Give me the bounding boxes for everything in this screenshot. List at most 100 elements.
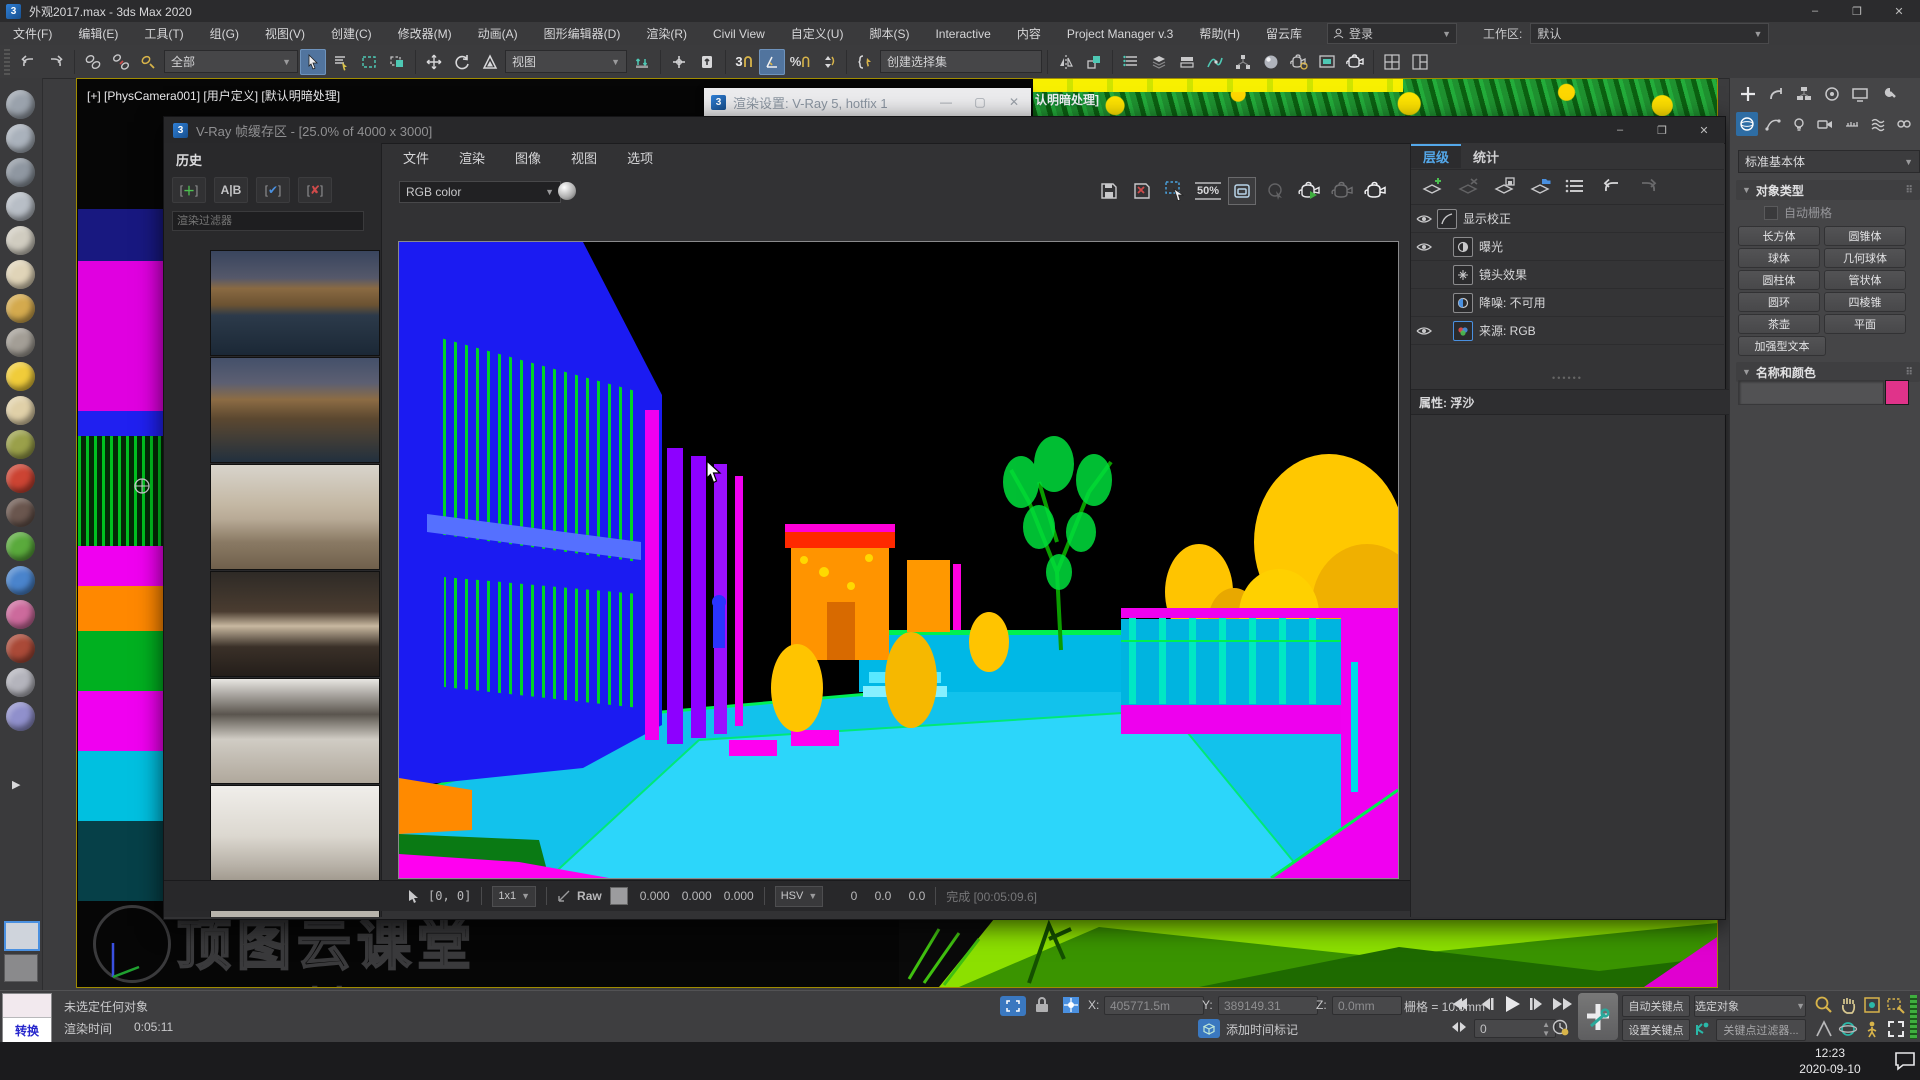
button-text-plus[interactable]: 加强型文本 (1738, 336, 1826, 356)
zoom-region-icon[interactable] (1886, 995, 1906, 1015)
tool-icon[interactable] (6, 634, 35, 663)
tab-stats[interactable]: 统计 (1461, 144, 1511, 168)
menu-help[interactable]: 帮助(H) (1186, 22, 1253, 45)
menu-file[interactable]: 文件(F) (0, 22, 65, 45)
auto-key-button[interactable]: 自动关键点 (1622, 995, 1690, 1017)
toggle-layer-explorer-icon[interactable] (1146, 49, 1172, 75)
maximize-icon[interactable]: ▢ (963, 88, 997, 116)
tab-display-icon[interactable] (1848, 82, 1872, 106)
y-coordinate-field[interactable]: 389149.31 (1218, 996, 1318, 1015)
select-and-link-icon[interactable] (80, 49, 106, 75)
tool-icon[interactable] (6, 702, 35, 731)
x-coordinate-field[interactable]: 405771.5m (1104, 996, 1204, 1015)
button-box[interactable]: 长方体 (1738, 226, 1820, 246)
schematic-view-icon[interactable] (1230, 49, 1256, 75)
selection-lock-icon[interactable] (1034, 996, 1050, 1017)
layer-row[interactable]: 降噪: 不可用 (1411, 289, 1724, 317)
menu-liuyunku[interactable]: 留云库 (1253, 22, 1315, 45)
history-thumbnail[interactable] (210, 464, 380, 570)
mirror-icon[interactable] (1053, 49, 1079, 75)
percent-snap-icon[interactable]: % (787, 49, 813, 75)
save-layers-icon[interactable] (1489, 174, 1519, 200)
reference-coordinate-dropdown[interactable]: 视图▼ (505, 50, 627, 73)
delete-layer-icon[interactable] (1453, 174, 1483, 200)
menu-animation[interactable]: 动画(A) (465, 22, 531, 45)
render-icon[interactable] (1362, 178, 1388, 204)
button-cone[interactable]: 圆锥体 (1824, 226, 1906, 246)
snap-toggle-3d-icon[interactable]: 3 (731, 49, 757, 75)
rendered-image[interactable] (399, 242, 1398, 878)
tool-icon[interactable] (6, 430, 35, 459)
current-frame-field[interactable]: 0▲▼ (1474, 1019, 1556, 1038)
tab-motion-icon[interactable] (1820, 82, 1844, 106)
create-helpers-icon[interactable] (1841, 112, 1863, 136)
category-dropdown[interactable]: 标准基本体▼ (1738, 150, 1920, 173)
workspace-dropdown[interactable]: 默认▼ (1530, 23, 1769, 44)
menu-modifiers[interactable]: 修改器(M) (385, 22, 465, 45)
material-editor-icon[interactable] (1258, 49, 1284, 75)
tool-icon[interactable] (6, 124, 35, 153)
named-selection-combo[interactable]: 创建选择集 (880, 50, 1042, 73)
minimize-icon[interactable]: — (929, 88, 963, 116)
eye-icon[interactable] (1416, 241, 1432, 253)
expand-toolbar-icon[interactable]: ▶ (12, 778, 20, 791)
layer-row[interactable]: 曝光 (1411, 233, 1724, 261)
tool-icon[interactable] (6, 90, 35, 119)
undo-icon[interactable] (15, 49, 41, 75)
history-filter-input[interactable] (172, 211, 364, 231)
menu-project-manager[interactable]: Project Manager v.3 (1054, 22, 1187, 45)
pan-icon[interactable] (1838, 995, 1858, 1015)
xyz-mode-icon[interactable] (1062, 996, 1080, 1014)
tool-icon[interactable] (6, 192, 35, 221)
rollout-object-type[interactable]: ▼对象类型⠿ (1736, 180, 1920, 200)
button-tube[interactable]: 管状体 (1824, 270, 1906, 290)
render-production-icon[interactable] (1342, 49, 1368, 75)
object-color-swatch[interactable] (1885, 380, 1909, 405)
tool-icon[interactable] (6, 226, 35, 255)
tool-icon[interactable] (6, 498, 35, 527)
vfb-menu-image[interactable]: 图像 (501, 148, 555, 167)
undo-icon[interactable] (1597, 174, 1627, 200)
bind-to-space-warp-icon[interactable] (136, 49, 162, 75)
z-coordinate-field[interactable]: 0.0mm (1332, 996, 1402, 1015)
tool-icon[interactable] (6, 600, 35, 629)
button-plane[interactable]: 平面 (1824, 314, 1906, 334)
field-of-view-icon[interactable] (1814, 1019, 1834, 1039)
toggle-ribbon-icon[interactable] (1174, 49, 1200, 75)
vfb-menu-view[interactable]: 视图 (557, 148, 611, 167)
tool-icon[interactable] (6, 464, 35, 493)
eye-icon[interactable] (1416, 213, 1432, 225)
pixel-ratio-dropdown[interactable]: 1x1▼ (492, 886, 536, 907)
viewport-label[interactable]: [+] [PhysCamera001] [用户定义] [默认明暗处理] (87, 87, 340, 104)
viewport-layout-alt-icon[interactable] (1407, 49, 1433, 75)
previous-frame-icon[interactable] (1478, 997, 1496, 1011)
tab-modify-icon[interactable] (1764, 82, 1788, 106)
save-all-channels-icon[interactable] (1129, 178, 1155, 204)
layer-row[interactable]: 来源: RGB (1411, 317, 1724, 345)
add-layer-icon[interactable] (1417, 174, 1447, 200)
create-systems-icon[interactable] (1893, 112, 1915, 136)
toggle-scene-explorer-icon[interactable] (1118, 49, 1144, 75)
close-icon[interactable]: ✕ (997, 88, 1031, 116)
close-icon[interactable]: ✕ (1683, 119, 1725, 141)
vray-frame-buffer-window[interactable]: 3 V-Ray 帧缓存区 - [25.0% of 4000 x 3000] – … (163, 116, 1726, 920)
button-geosphere[interactable]: 几何球体 (1824, 248, 1906, 268)
unlink-selection-icon[interactable] (108, 49, 134, 75)
tool-icon[interactable] (6, 328, 35, 357)
menu-rendering[interactable]: 渲染(R) (633, 22, 700, 45)
play-icon[interactable] (1502, 994, 1522, 1014)
go-to-start-icon[interactable] (1448, 997, 1468, 1011)
layer-row[interactable]: 镜头效果 (1411, 261, 1724, 289)
save-image-icon[interactable] (1096, 178, 1122, 204)
vfb-menu-options[interactable]: 选项 (613, 148, 667, 167)
zoom-icon[interactable] (1814, 995, 1834, 1015)
redo-icon[interactable] (43, 49, 69, 75)
tool-icon[interactable] (6, 566, 35, 595)
button-sphere[interactable]: 球体 (1738, 248, 1820, 268)
listener-convert-label[interactable]: 转换 (3, 1018, 51, 1042)
select-and-manipulate-icon[interactable] (694, 49, 720, 75)
angle-snap-icon[interactable] (759, 49, 785, 75)
tool-icon[interactable] (6, 294, 35, 323)
autogrid-checkbox[interactable]: 自动栅格 (1764, 204, 1832, 221)
minimize-icon[interactable]: – (1794, 0, 1836, 22)
